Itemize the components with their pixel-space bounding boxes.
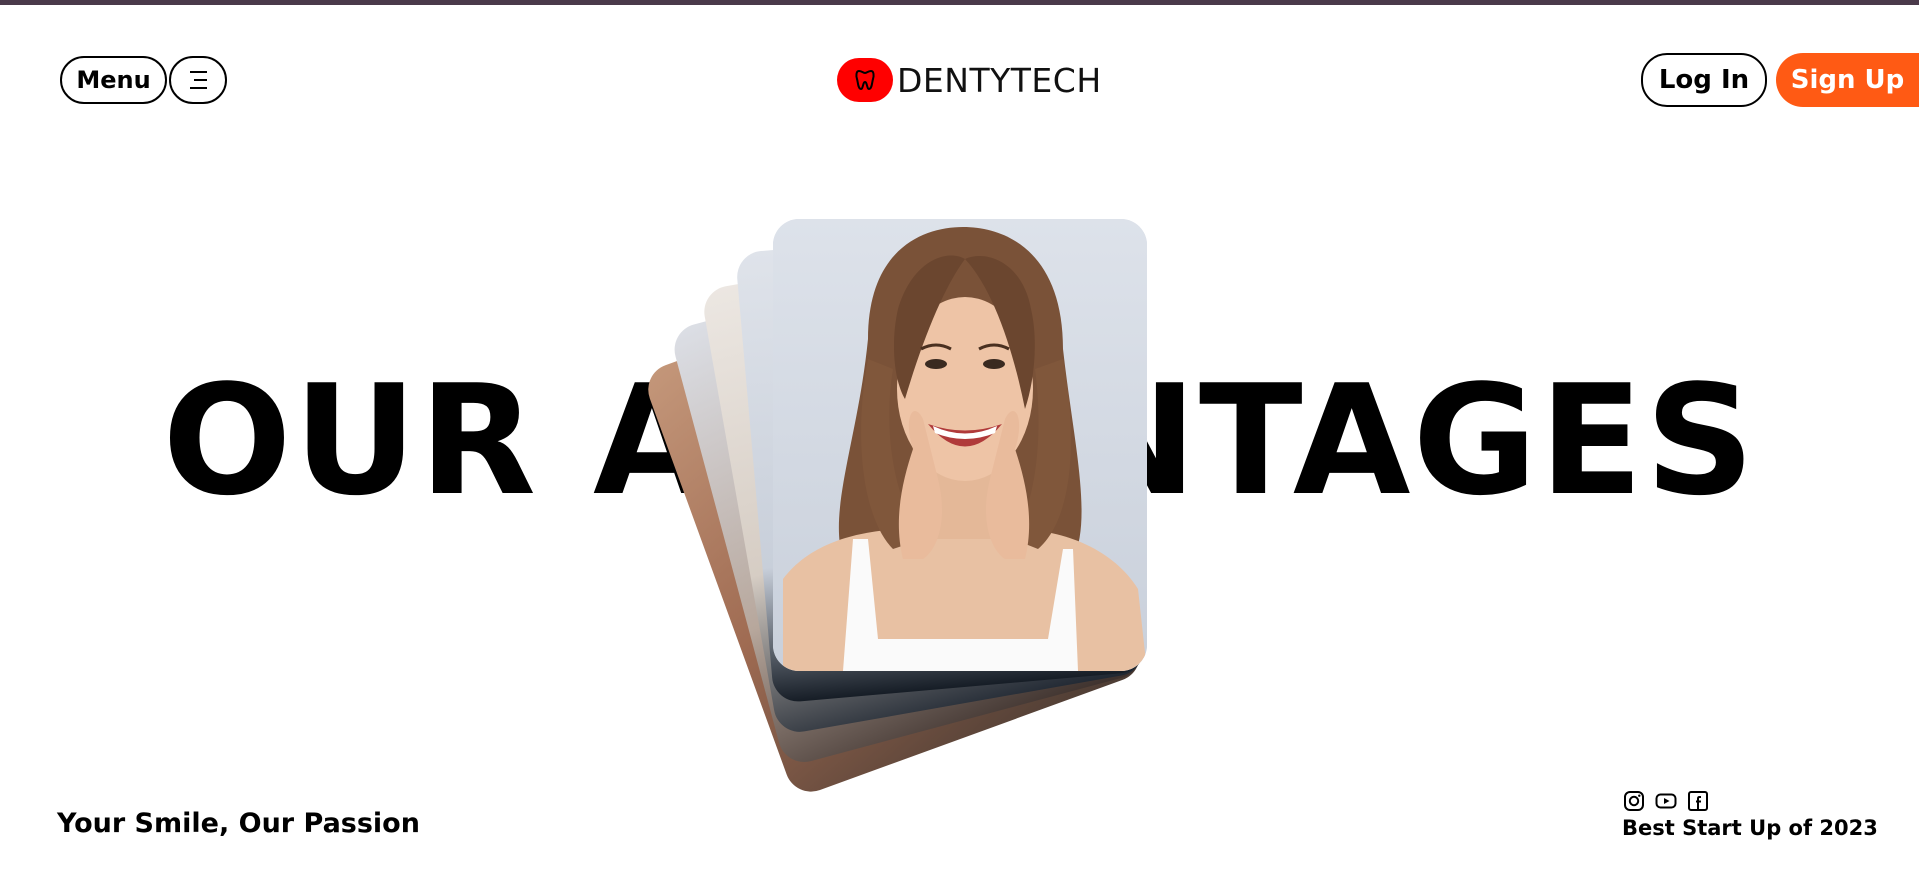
menu-button[interactable]: Menu: [60, 56, 167, 104]
tooth-icon: [855, 69, 875, 91]
instagram-icon[interactable]: [1623, 790, 1645, 812]
logo-badge: [837, 58, 893, 102]
login-button[interactable]: Log In: [1641, 53, 1767, 107]
award-block: Best Start Up of 2023: [1622, 790, 1878, 840]
youtube-icon[interactable]: [1655, 790, 1677, 812]
award-text: Best Start Up of 2023: [1622, 816, 1878, 840]
tagline: Your Smile, Our Passion: [57, 808, 420, 839]
logo-text: DENTYTECH: [897, 60, 1102, 100]
menu-icon-button[interactable]: [169, 56, 227, 104]
facebook-icon[interactable]: [1687, 790, 1709, 812]
social-links: [1623, 790, 1878, 812]
signup-button[interactable]: Sign Up: [1776, 53, 1919, 107]
logo[interactable]: DENTYTECH: [837, 58, 1102, 102]
auth-buttons: Log In Sign Up: [1641, 53, 1919, 107]
hamburger-icon: [190, 71, 207, 89]
top-border: [0, 0, 1919, 5]
menu-group: Menu: [60, 56, 227, 104]
hero-headline: OUR ADVANTAGES: [162, 352, 1757, 529]
